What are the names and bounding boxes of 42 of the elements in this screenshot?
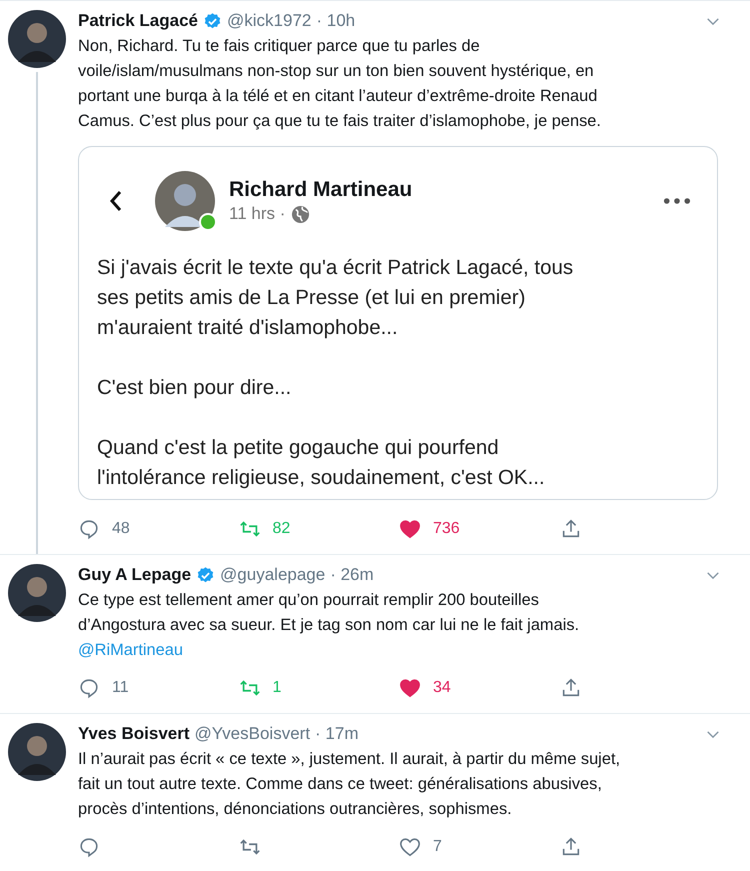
chevron-down-icon[interactable]: [706, 570, 720, 580]
avatar-icon[interactable]: [8, 564, 66, 622]
user-name[interactable]: Patrick Lagacé: [78, 11, 198, 31]
tweet-time[interactable]: · 10h: [316, 11, 356, 31]
reply-icon[interactable]: [78, 518, 100, 540]
post-paragraph: Si j'avais écrit le texte qu'a écrit Patrick Lagacé, tous ses petits amis de La Presse (et lui en premier) m'auraient traité d'islamophobe...: [97, 255, 574, 341]
heart-icon[interactable]: [399, 518, 421, 540]
user-handle[interactable]: @guyalepage: [220, 565, 326, 585]
tweet-time[interactable]: · 26m: [330, 565, 374, 585]
embedded-screenshot[interactable]: [78, 146, 718, 500]
user-name[interactable]: Guy A Lepage: [78, 565, 192, 585]
post-time: 11 hrs ·: [229, 204, 286, 224]
like-count: 736: [433, 520, 460, 538]
avatar-icon: [155, 171, 215, 231]
mention-link[interactable]: @RiMartineau: [78, 638, 184, 663]
tweet-time[interactable]: · 17m: [315, 724, 359, 744]
chevron-down-icon[interactable]: [706, 730, 720, 738]
reply-count: 11: [112, 679, 129, 697]
user-handle[interactable]: @kick1972: [227, 11, 312, 31]
post-paragraph: C'est bien pour dire...: [97, 375, 292, 401]
reply-icon[interactable]: [78, 677, 100, 699]
reply-count: 48: [112, 520, 130, 538]
back-icon: [109, 189, 123, 213]
reply-icon[interactable]: [78, 836, 100, 858]
more-options-icon: [663, 197, 691, 205]
tweet-text: Non, Richard. Tu te fais critiquer parce que tu parles de voile/islam/musulmans non-stop sur un ton bien souvent hystérique, en portant une burqa à la télé et en citant l’auteur d’extrême-droite Renaud Camus. C’est plus pour ça que tu te fais traiter d’islamophobe, je pense.: [78, 36, 602, 132]
retweet-count: 1: [272, 679, 282, 697]
user-handle[interactable]: @YvesBoisvert: [194, 724, 310, 744]
like-count: 34: [433, 679, 451, 697]
heart-icon[interactable]: [399, 836, 421, 858]
avatar-icon[interactable]: [8, 723, 66, 781]
post-author: Richard Martineau: [229, 178, 412, 202]
retweet-count: 82: [272, 520, 290, 538]
tweet-text: Il n’aurait pas écrit « ce texte », justement. Il aurait, à partir du même sujet, fait un tout autre texte. Comme dans ce tweet: généralisations abusives, procès d’intentions, dénonciations outrancières, sophismes.: [78, 749, 622, 820]
user-name[interactable]: Yves Boisvert: [78, 724, 190, 744]
like-count: 7: [433, 838, 442, 856]
heart-icon[interactable]: [399, 677, 421, 699]
chevron-down-icon[interactable]: [706, 16, 720, 26]
tweet-text: Ce type est tellement amer qu’on pourrait remplir 200 bouteilles d’Angostura avec sa sueur. Et je tag son nom car lui ne le fait jamais.: [78, 590, 580, 636]
avatar-icon[interactable]: [8, 10, 66, 68]
post-paragraph: Quand c'est la petite gogauche qui pourfend l'intolérance religieuse, soudainement, c'est OK...: [97, 435, 546, 491]
globe-icon: [291, 204, 310, 224]
